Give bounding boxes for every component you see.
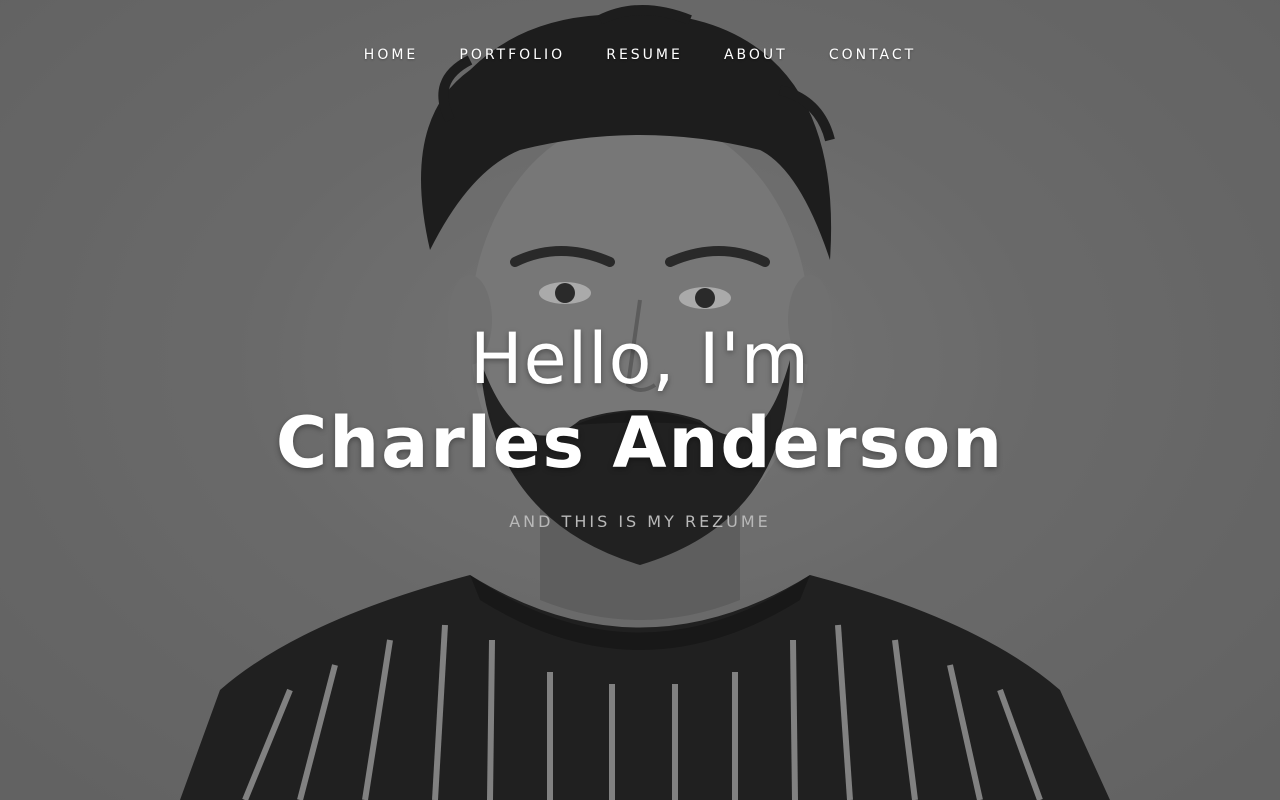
nav-item-resume[interactable]: RESUME <box>606 45 683 65</box>
hero-headline: Hello, I'm Charles Anderson AND THIS IS … <box>0 318 1280 532</box>
hero-greeting: Hello, I'm <box>469 318 810 400</box>
main-navigation: HOME PORTFOLIO RESUME ABOUT CONTACT <box>0 44 1280 65</box>
hero-name: Charles Anderson <box>275 402 1005 484</box>
hero-tagline: AND THIS IS MY REZUME <box>509 512 771 531</box>
hero-section: HOME PORTFOLIO RESUME ABOUT CONTACT Hell… <box>0 0 1280 800</box>
nav-item-about[interactable]: ABOUT <box>724 45 788 65</box>
nav-item-contact[interactable]: CONTACT <box>829 45 916 65</box>
nav-item-portfolio[interactable]: PORTFOLIO <box>459 45 565 65</box>
nav-item-home[interactable]: HOME <box>364 45 418 65</box>
